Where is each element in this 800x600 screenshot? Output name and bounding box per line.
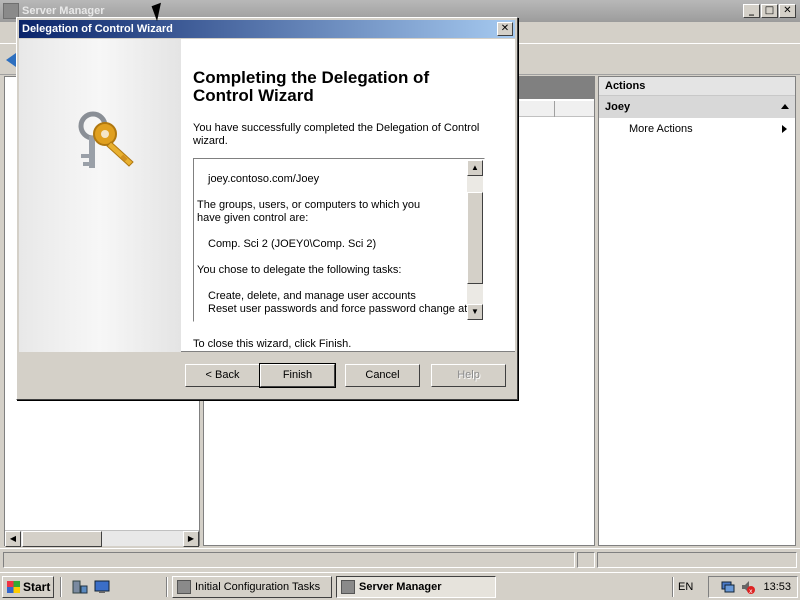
minimize-button[interactable]: _ bbox=[743, 4, 760, 18]
wizard-intro: You have successfully completed the Dele… bbox=[193, 122, 480, 147]
server-manager-title: Server Manager bbox=[22, 5, 105, 17]
task-label: Initial Configuration Tasks bbox=[195, 581, 321, 593]
scroll-up-icon[interactable]: ▲ bbox=[467, 160, 483, 176]
wizard-title: Delegation of Control Wizard bbox=[22, 23, 173, 35]
wizard-side-panel bbox=[19, 39, 181, 352]
keys-icon bbox=[78, 111, 134, 168]
task-server-manager[interactable]: Server Manager bbox=[336, 576, 496, 598]
actions-pane: Actions Joey More Actions bbox=[598, 76, 796, 546]
config-tasks-icon bbox=[177, 580, 191, 594]
show-desktop-icon[interactable] bbox=[94, 580, 110, 594]
summary-line: Reset user passwords and force password … bbox=[208, 303, 467, 315]
start-label: Start bbox=[23, 580, 51, 594]
collapse-up-icon[interactable] bbox=[781, 104, 789, 109]
cancel-button[interactable]: Cancel bbox=[345, 364, 420, 387]
actions-title: Actions bbox=[599, 77, 795, 96]
wizard-heading: Completing the Delegation of Control Wiz… bbox=[193, 68, 430, 105]
summary-textbox[interactable]: joey.contoso.com/Joey The groups, users,… bbox=[193, 158, 485, 322]
action-label: More Actions bbox=[629, 123, 693, 135]
delegation-wizard-dialog: Delegation of Control Wizard ✕ Completin… bbox=[16, 17, 518, 400]
actions-group-joey[interactable]: Joey bbox=[599, 96, 795, 118]
windows-logo-icon bbox=[7, 581, 20, 593]
actions-group-label: Joey bbox=[605, 101, 631, 113]
clock[interactable]: 13:53 bbox=[763, 581, 791, 593]
back-arrow-icon[interactable] bbox=[6, 53, 16, 67]
system-tray: x 13:53 bbox=[708, 576, 798, 598]
scroll-left-icon[interactable]: ◀ bbox=[5, 531, 21, 547]
task-label: Server Manager bbox=[359, 581, 442, 593]
summary-line: You chose to delegate the following task… bbox=[197, 264, 402, 276]
task-initial-configuration[interactable]: Initial Configuration Tasks bbox=[172, 576, 332, 598]
summary-text: joey.contoso.com/Joey The groups, users,… bbox=[195, 160, 467, 320]
action-more-actions[interactable]: More Actions bbox=[599, 118, 795, 140]
wizard-close-button[interactable]: ✕ bbox=[497, 22, 513, 36]
scroll-right-icon[interactable]: ▶ bbox=[183, 531, 199, 547]
summary-line: Comp. Sci 2 (JOEY0\Comp. Sci 2) bbox=[208, 238, 377, 250]
summary-vertical-scrollbar[interactable]: ▲ ▼ bbox=[467, 160, 483, 320]
console-tree-horizontal-scrollbar[interactable]: ◀ ▶ bbox=[5, 530, 199, 547]
wizard-titlebar[interactable]: Delegation of Control Wizard ✕ bbox=[19, 20, 515, 38]
status-cell bbox=[3, 552, 575, 568]
close-hint: To close this wizard, click Finish. bbox=[193, 338, 352, 350]
help-button[interactable]: Help bbox=[431, 364, 506, 387]
summary-line: have given control are: bbox=[197, 212, 309, 224]
server-manager-quicklaunch-icon[interactable] bbox=[72, 580, 88, 594]
language-indicator[interactable]: EN bbox=[678, 581, 693, 593]
maximize-button[interactable]: □ bbox=[761, 4, 778, 18]
quicklaunch-separator bbox=[166, 577, 168, 597]
summary-line: joey.contoso.com/Joey bbox=[208, 173, 320, 185]
submenu-arrow-icon bbox=[782, 125, 787, 133]
server-manager-icon bbox=[341, 580, 355, 594]
back-button[interactable]: < Back bbox=[185, 364, 260, 387]
finish-button[interactable]: Finish bbox=[259, 363, 336, 388]
volume-muted-icon[interactable]: x bbox=[741, 580, 755, 594]
scroll-down-icon[interactable]: ▼ bbox=[467, 304, 483, 320]
scroll-thumb[interactable] bbox=[467, 192, 483, 284]
wizard-body: Completing the Delegation of Control Wiz… bbox=[19, 39, 515, 352]
network-icon[interactable] bbox=[721, 580, 735, 594]
scroll-thumb[interactable] bbox=[22, 531, 102, 547]
summary-line: The groups, users, or computers to which… bbox=[197, 199, 421, 211]
status-bar bbox=[0, 548, 800, 570]
tray-separator bbox=[672, 577, 674, 597]
svg-text:x: x bbox=[749, 588, 753, 594]
start-button[interactable]: Start bbox=[2, 576, 54, 598]
quicklaunch-separator bbox=[60, 577, 62, 597]
summary-line: Create, delete, and manage user accounts bbox=[208, 290, 416, 302]
column-separator[interactable] bbox=[554, 101, 555, 117]
status-cell bbox=[597, 552, 797, 568]
taskbar: Start Initial Configuration Tasks Server… bbox=[0, 572, 800, 600]
close-button[interactable]: ✕ bbox=[779, 4, 796, 18]
status-cell bbox=[577, 552, 595, 568]
